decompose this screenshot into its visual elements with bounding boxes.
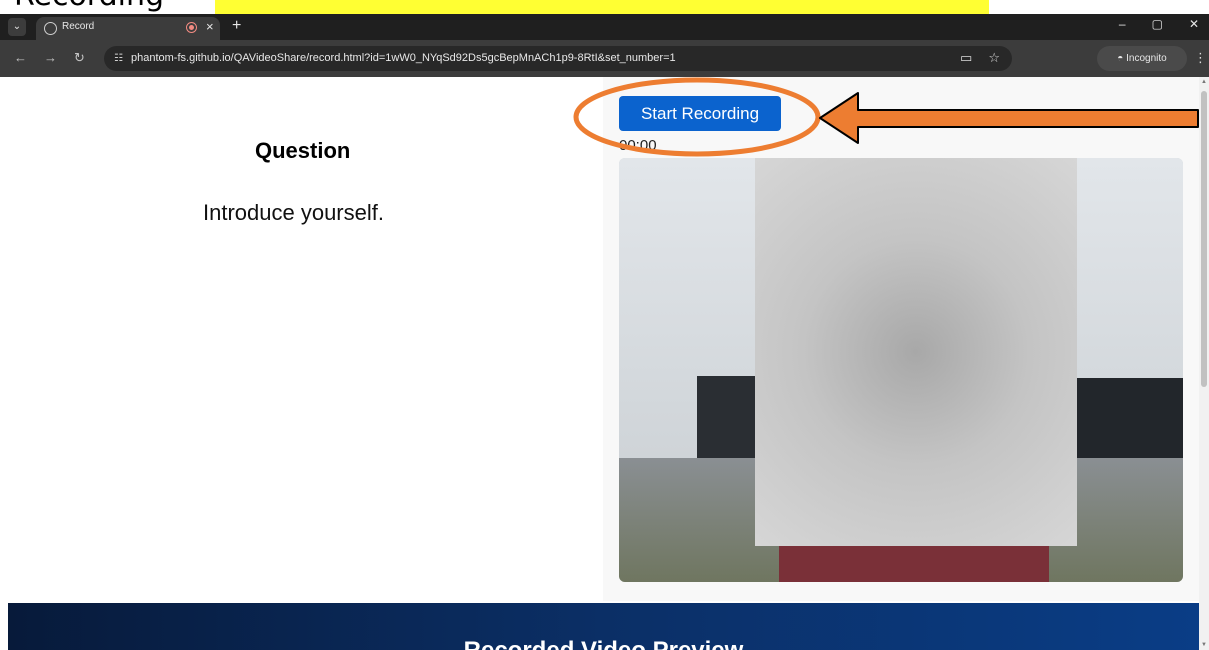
- page-scrollbar[interactable]: ▲ ▼: [1199, 77, 1209, 650]
- address-bar-actions: ▭ ☆: [960, 50, 1000, 66]
- scroll-down-icon[interactable]: ▼: [1199, 642, 1209, 648]
- caption-highlight: [215, 0, 989, 14]
- start-recording-button[interactable]: Start Recording: [619, 96, 781, 131]
- window-close-icon[interactable]: ✕: [1189, 17, 1199, 31]
- caption-strip: Recording: [0, 0, 1209, 14]
- forward-arrow-icon[interactable]: →: [44, 50, 57, 65]
- window-controls: – ▢ ✕: [1119, 17, 1199, 31]
- incognito-icon: ◓: [1117, 53, 1124, 64]
- record-icon: [186, 22, 197, 33]
- star-icon[interactable]: ☆: [988, 50, 1000, 66]
- question-text: Introduce yourself.: [203, 200, 384, 225]
- camera-preview: [619, 158, 1183, 582]
- recorder-panel: Start Recording 00:00: [603, 77, 1199, 601]
- kebab-menu-icon[interactable]: ⋮: [1194, 50, 1207, 66]
- minimize-icon[interactable]: –: [1119, 17, 1126, 31]
- restore-icon[interactable]: ▢: [1152, 17, 1163, 31]
- blurred-face-region: [755, 158, 1077, 546]
- tune-icon[interactable]: ☷: [112, 52, 125, 65]
- plus-icon[interactable]: +: [232, 17, 241, 35]
- tab-title: Record: [62, 21, 95, 32]
- incognito-label: Incognito: [1126, 53, 1167, 64]
- back-arrow-icon[interactable]: ←: [14, 50, 27, 65]
- scroll-up-icon[interactable]: ▲: [1199, 79, 1209, 85]
- globe-icon: [44, 22, 57, 35]
- address-bar[interactable]: ☷ phantom-fs.github.io/QAVideoShare/reco…: [104, 46, 1012, 71]
- caption-text: Recording: [14, 0, 164, 13]
- incognito-badge[interactable]: ◓ Incognito: [1097, 46, 1187, 71]
- tab-strip: ⌄ Record × + – ▢ ✕: [0, 14, 1209, 40]
- close-icon[interactable]: ×: [206, 19, 214, 34]
- url-text[interactable]: phantom-fs.github.io/QAVideoShare/record…: [131, 52, 676, 64]
- question-heading: Question: [255, 138, 351, 163]
- browser-toolbar: ← → ↻ ☷ phantom-fs.github.io/QAVideoShar…: [0, 40, 1209, 77]
- chevron-down-icon[interactable]: ⌄: [8, 18, 26, 36]
- tab-record[interactable]: Record ×: [36, 17, 220, 40]
- reload-icon[interactable]: ↻: [74, 50, 85, 66]
- recorded-preview-banner: Recorded Video Preview: [8, 603, 1199, 650]
- camera-icon[interactable]: ▭: [960, 50, 972, 66]
- recorded-preview-title: Recorded Video Preview: [8, 637, 1199, 650]
- recording-timer: 00:00: [619, 137, 657, 154]
- page-viewport: Question Introduce yourself. Start Recor…: [0, 77, 1199, 650]
- scrollbar-thumb[interactable]: [1201, 91, 1207, 387]
